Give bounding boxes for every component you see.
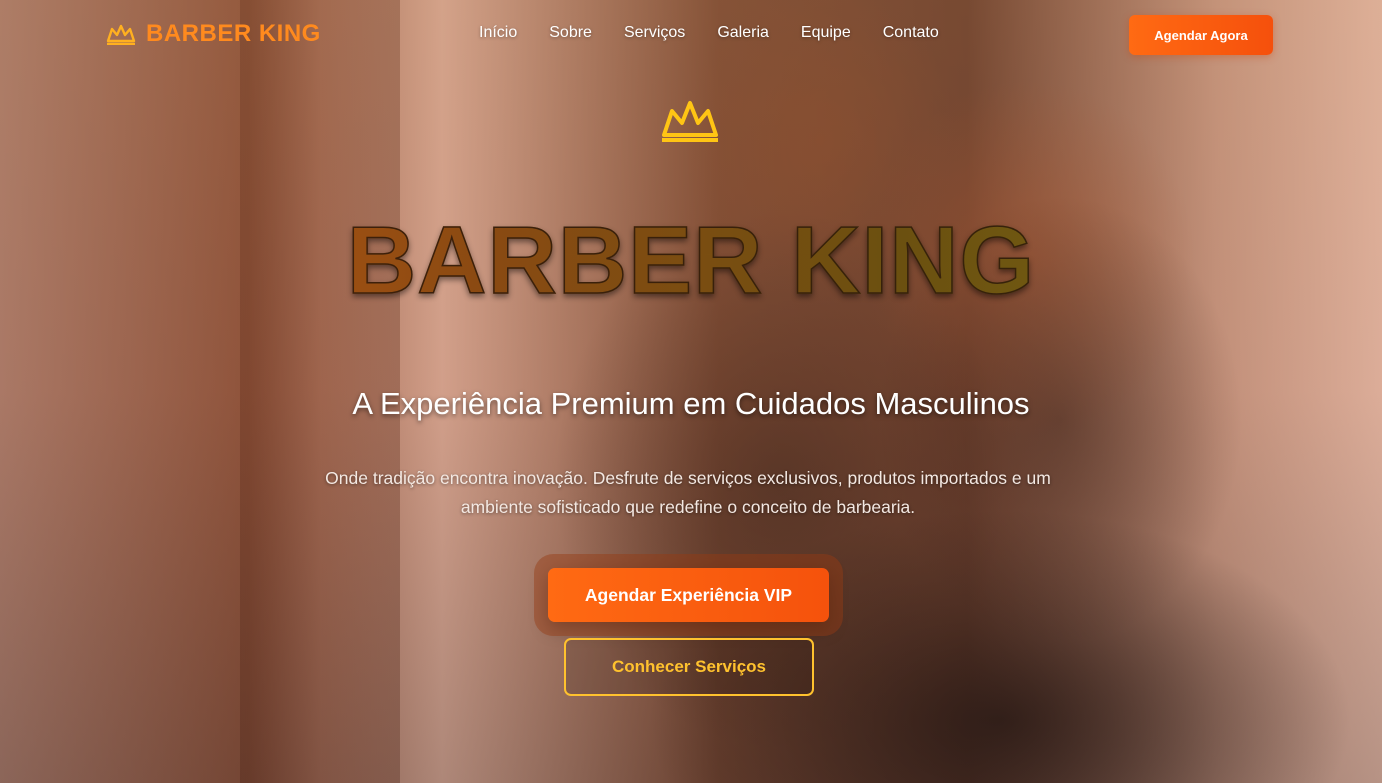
nav-item-equipe[interactable]: Equipe bbox=[801, 24, 851, 42]
crown-icon bbox=[659, 97, 721, 148]
main-menu: Início Sobre Serviços Galeria Equipe Con… bbox=[479, 24, 939, 42]
nav-item-servicos[interactable]: Serviços bbox=[624, 24, 685, 42]
crown-icon bbox=[106, 23, 136, 45]
brand-name: BARBER KING bbox=[146, 20, 321, 47]
schedule-now-button[interactable]: Agendar Agora bbox=[1129, 15, 1273, 55]
nav-item-galeria[interactable]: Galeria bbox=[717, 24, 769, 42]
hero-subtitle: A Experiência Premium em Cuidados Mascul… bbox=[352, 386, 1030, 421]
top-navigation: BARBER KING Início Sobre Serviços Galeri… bbox=[0, 0, 1382, 70]
nav-item-sobre[interactable]: Sobre bbox=[549, 24, 592, 42]
hero-title: BARBER KING bbox=[0, 206, 1382, 316]
nav-item-contato[interactable]: Contato bbox=[883, 24, 939, 42]
schedule-vip-button[interactable]: Agendar Experiência VIP bbox=[548, 568, 829, 622]
nav-item-inicio[interactable]: Início bbox=[479, 24, 517, 42]
view-services-button[interactable]: Conhecer Serviços bbox=[564, 638, 814, 696]
brand-logo[interactable]: BARBER KING bbox=[106, 20, 321, 48]
hero-description: Onde tradição encontra inovação. Desfrut… bbox=[325, 468, 1051, 517]
